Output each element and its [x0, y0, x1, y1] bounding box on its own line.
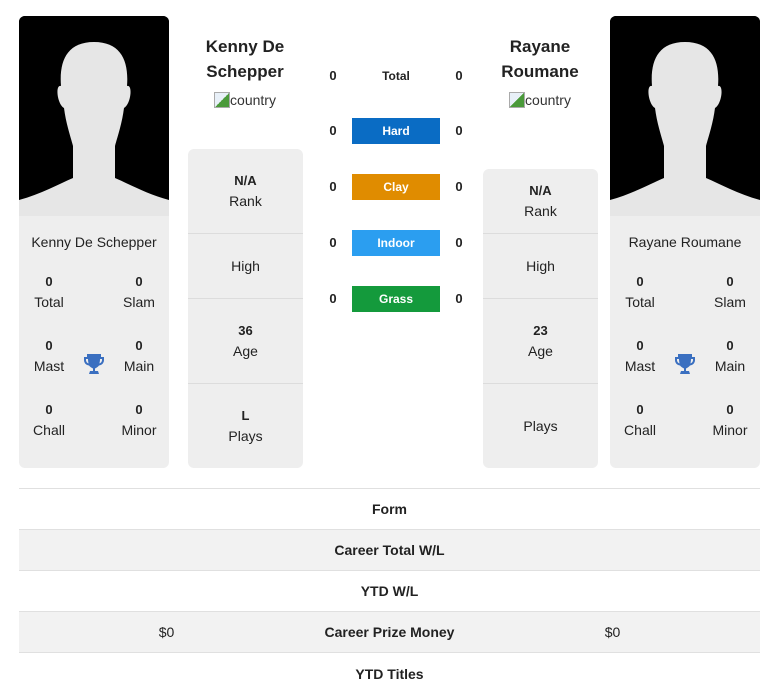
clay-badge: Clay — [352, 174, 440, 200]
title-slam-label: Slam — [714, 294, 746, 310]
silhouette-icon — [610, 16, 760, 216]
title-chall-label: Chall — [33, 422, 65, 438]
title-main-label: Main — [123, 358, 155, 374]
player1-fullname: Kenny De Schepper — [31, 234, 157, 250]
surface-row-clay: 0 Clay 0 — [320, 173, 475, 201]
info-age: 36 Age — [188, 298, 303, 383]
title-chall-label: Chall — [624, 422, 656, 438]
trophy-icon — [79, 332, 109, 396]
player1-photo — [19, 16, 169, 216]
title-total-label: Total — [625, 294, 655, 310]
title-mast: 0 Mast — [610, 332, 670, 396]
title-minor: 0 Minor — [700, 396, 760, 460]
player1-flag: country — [214, 92, 276, 108]
surface-row-indoor: 0 Indoor 0 — [320, 229, 475, 257]
title-main-value: 0 — [726, 338, 734, 353]
player2-flag: country — [509, 92, 571, 108]
title-main: 0 Main — [700, 332, 760, 396]
info-rank: N/A Rank — [524, 183, 557, 219]
comparison-table: Form Career Total W/L YTD W/L $0 Career … — [19, 488, 760, 694]
info-rank: N/A Rank — [229, 173, 262, 209]
title-slam: 0 Slam — [700, 268, 760, 332]
title-minor: 0 Minor — [109, 396, 169, 460]
info-high: High — [188, 233, 303, 298]
surface-row-total: 0 Total 0 — [329, 68, 463, 83]
title-mast: 0 Mast — [19, 332, 79, 396]
player2-name-link[interactable]: Rayane Roumane — [475, 34, 605, 84]
player1-titles: 0 Total 0 Slam 0 Mast 0 Main 0 Chall 0 Minor — [19, 268, 169, 460]
title-total-label: Total — [34, 294, 64, 310]
indoor-badge: Indoor — [352, 230, 440, 256]
title-slam-value: 0 — [726, 274, 734, 289]
title-chall-value: 0 — [45, 402, 53, 417]
player2-card: Rayane Roumane 0 Total 0 Slam 0 Mast 0 Main … — [610, 16, 760, 468]
info-age: 23 Age — [483, 298, 598, 383]
title-chall-value: 0 — [636, 402, 644, 417]
surface-row-grass: 0 Grass 0 — [320, 285, 475, 313]
info-plays: L Plays — [188, 383, 303, 468]
title-main-value: 0 — [135, 338, 143, 353]
silhouette-icon — [19, 16, 169, 216]
title-minor-value: 0 — [135, 402, 143, 417]
title-chall: 0 Chall — [19, 396, 79, 460]
title-total: 0 Total — [610, 268, 670, 332]
title-minor-label: Minor — [712, 422, 748, 438]
info-plays: Plays — [483, 383, 598, 468]
title-mast-value: 0 — [636, 338, 644, 353]
info-high: High — [483, 233, 598, 298]
grass-badge: Grass — [352, 286, 440, 312]
player1-name-link[interactable]: Kenny De Schepper — [180, 34, 310, 84]
player2-heading: Rayane Roumane country — [475, 34, 605, 113]
hard-badge: Hard — [352, 118, 440, 144]
table-row-ytd-titles: YTD Titles — [355, 665, 424, 682]
title-slam-value: 0 — [135, 274, 143, 289]
title-minor-value: 0 — [726, 402, 734, 417]
trophy-icon — [670, 332, 700, 396]
title-mast-value: 0 — [45, 338, 53, 353]
table-row-career-wl: Career Total W/L — [19, 530, 760, 571]
player2-info: N/A Rank High 23 Age Plays — [483, 169, 598, 468]
surface-row-hard: 0 Hard 0 — [320, 117, 475, 145]
title-main-label: Main — [714, 358, 746, 374]
title-minor-label: Minor — [121, 422, 157, 438]
title-main: 0 Main — [109, 332, 169, 396]
title-slam-label: Slam — [123, 294, 155, 310]
title-chall: 0 Chall — [610, 396, 670, 460]
table-row-ytd-wl: YTD W/L — [19, 571, 760, 612]
title-total-value: 0 — [636, 274, 644, 289]
title-total-value: 0 — [45, 274, 53, 289]
player1-info: N/A Rank High 36 Age L Plays — [188, 149, 303, 468]
title-mast-label: Mast — [624, 358, 656, 374]
player2-titles: 0 Total 0 Slam 0 Mast 0 Main 0 Chall 0 Minor — [610, 268, 760, 460]
title-slam: 0 Slam — [109, 268, 169, 332]
table-row-prize-money: $0 Career Prize Money $0 — [19, 612, 760, 653]
player1-heading: Kenny De Schepper country — [180, 34, 310, 113]
table-row-form: Form — [19, 489, 760, 530]
title-total: 0 Total — [19, 268, 79, 332]
broken-image-icon — [214, 92, 231, 108]
broken-image-icon — [509, 92, 526, 108]
player1-card: Kenny De Schepper 0 Total 0 Slam 0 Mast 0 Ma… — [19, 16, 169, 468]
player2-photo — [610, 16, 760, 216]
player2-fullname: Rayane Roumane — [628, 234, 742, 250]
title-mast-label: Mast — [33, 358, 65, 374]
